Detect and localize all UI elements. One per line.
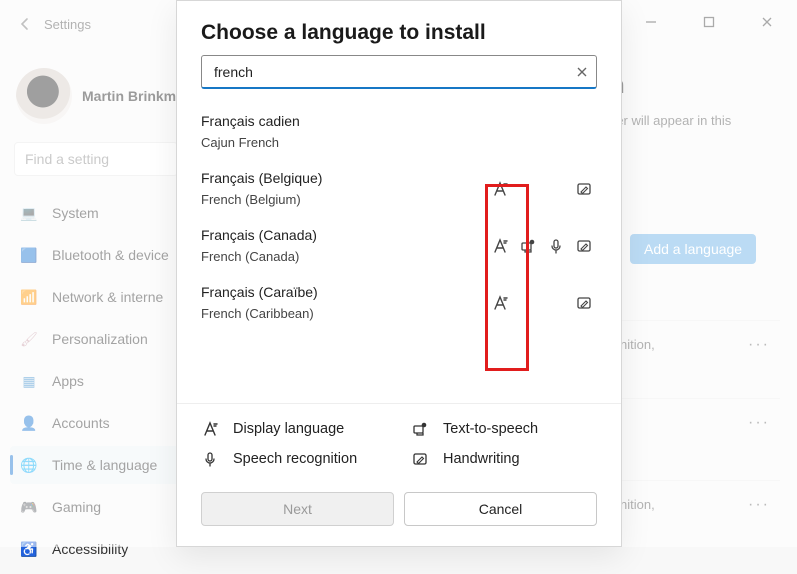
legend-label: Text-to-speech: [443, 421, 538, 437]
legend-display: Display language: [201, 420, 387, 438]
capability-icons: [491, 237, 593, 255]
text-to-speech-icon: [519, 237, 537, 255]
legend-label: Display language: [233, 421, 344, 437]
language-result[interactable]: Français cadien Cajun French: [201, 103, 603, 160]
language-search-box[interactable]: [201, 55, 597, 89]
cancel-button[interactable]: Cancel: [404, 492, 597, 526]
capability-icons: [491, 180, 593, 198]
legend-speech: Speech recognition: [201, 450, 387, 468]
display-language-icon: [491, 237, 509, 255]
legend-label: Speech recognition: [233, 451, 357, 467]
display-language-icon: [491, 294, 509, 312]
handwriting-icon: [575, 237, 593, 255]
language-search-input[interactable]: [212, 63, 568, 81]
handwriting-icon: [575, 180, 593, 198]
dialog-actions: Next Cancel: [177, 482, 621, 546]
language-english-name: Cajun French: [201, 135, 603, 150]
handwriting-icon: [411, 450, 429, 468]
legend-tts: Text-to-speech: [411, 420, 597, 438]
clear-search-icon[interactable]: [576, 66, 588, 78]
text-to-speech-icon: [411, 420, 429, 438]
display-language-icon: [201, 420, 219, 438]
language-native-name: Français cadien: [201, 113, 603, 129]
language-result[interactable]: Français (Belgique) French (Belgium): [201, 160, 603, 217]
speech-recognition-icon: [547, 237, 565, 255]
language-install-dialog: Choose a language to install Français ca…: [176, 0, 622, 547]
speech-recognition-icon: [201, 450, 219, 468]
language-result[interactable]: Français (Canada) French (Canada): [201, 217, 603, 274]
dialog-title: Choose a language to install: [177, 1, 621, 55]
language-results-list: Français cadien Cajun French Français (B…: [177, 89, 621, 403]
legend-handwriting: Handwriting: [411, 450, 597, 468]
display-language-icon: [491, 180, 509, 198]
capability-legend: Display language Text-to-speech Speech r…: [177, 403, 621, 482]
language-result[interactable]: Français (Caraïbe) French (Caribbean): [201, 274, 603, 331]
capability-icons: [491, 294, 593, 312]
next-button[interactable]: Next: [201, 492, 394, 526]
handwriting-icon: [575, 294, 593, 312]
legend-label: Handwriting: [443, 451, 520, 467]
